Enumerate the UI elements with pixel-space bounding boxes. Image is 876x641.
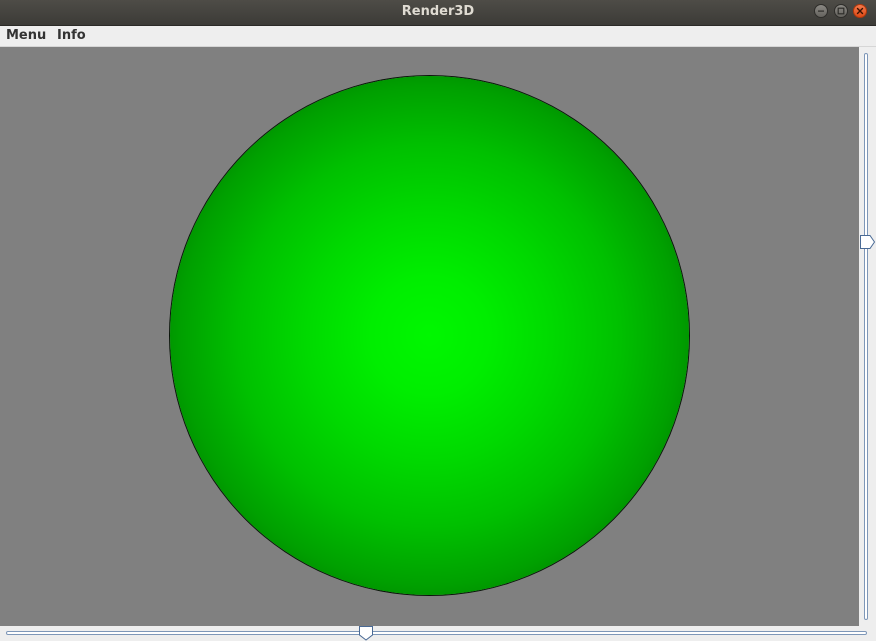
title-bar[interactable]: Render3D: [0, 0, 876, 26]
close-icon: [856, 7, 864, 15]
vertical-slider-track[interactable]: [864, 53, 868, 620]
app-window: Render3D Menu Info: [0, 0, 876, 641]
render-canvas[interactable]: [0, 47, 859, 626]
menu-bar: Menu Info: [0, 26, 876, 47]
close-button[interactable]: [853, 4, 867, 18]
minimize-button[interactable]: [814, 4, 828, 18]
window-title: Render3D: [401, 4, 475, 19]
menu-info[interactable]: Info: [51, 26, 92, 46]
horizontal-slider-thumb[interactable]: [358, 626, 374, 641]
horizontal-slider[interactable]: [0, 626, 876, 641]
menu-menu[interactable]: Menu: [0, 26, 52, 46]
rendered-sphere: [170, 76, 689, 595]
vertical-slider-thumb[interactable]: [859, 234, 876, 250]
minimize-icon: [818, 10, 824, 12]
vertical-slider[interactable]: [859, 47, 876, 626]
horizontal-slider-track[interactable]: [6, 631, 867, 635]
maximize-button[interactable]: [834, 4, 848, 18]
maximize-icon: [837, 7, 845, 15]
